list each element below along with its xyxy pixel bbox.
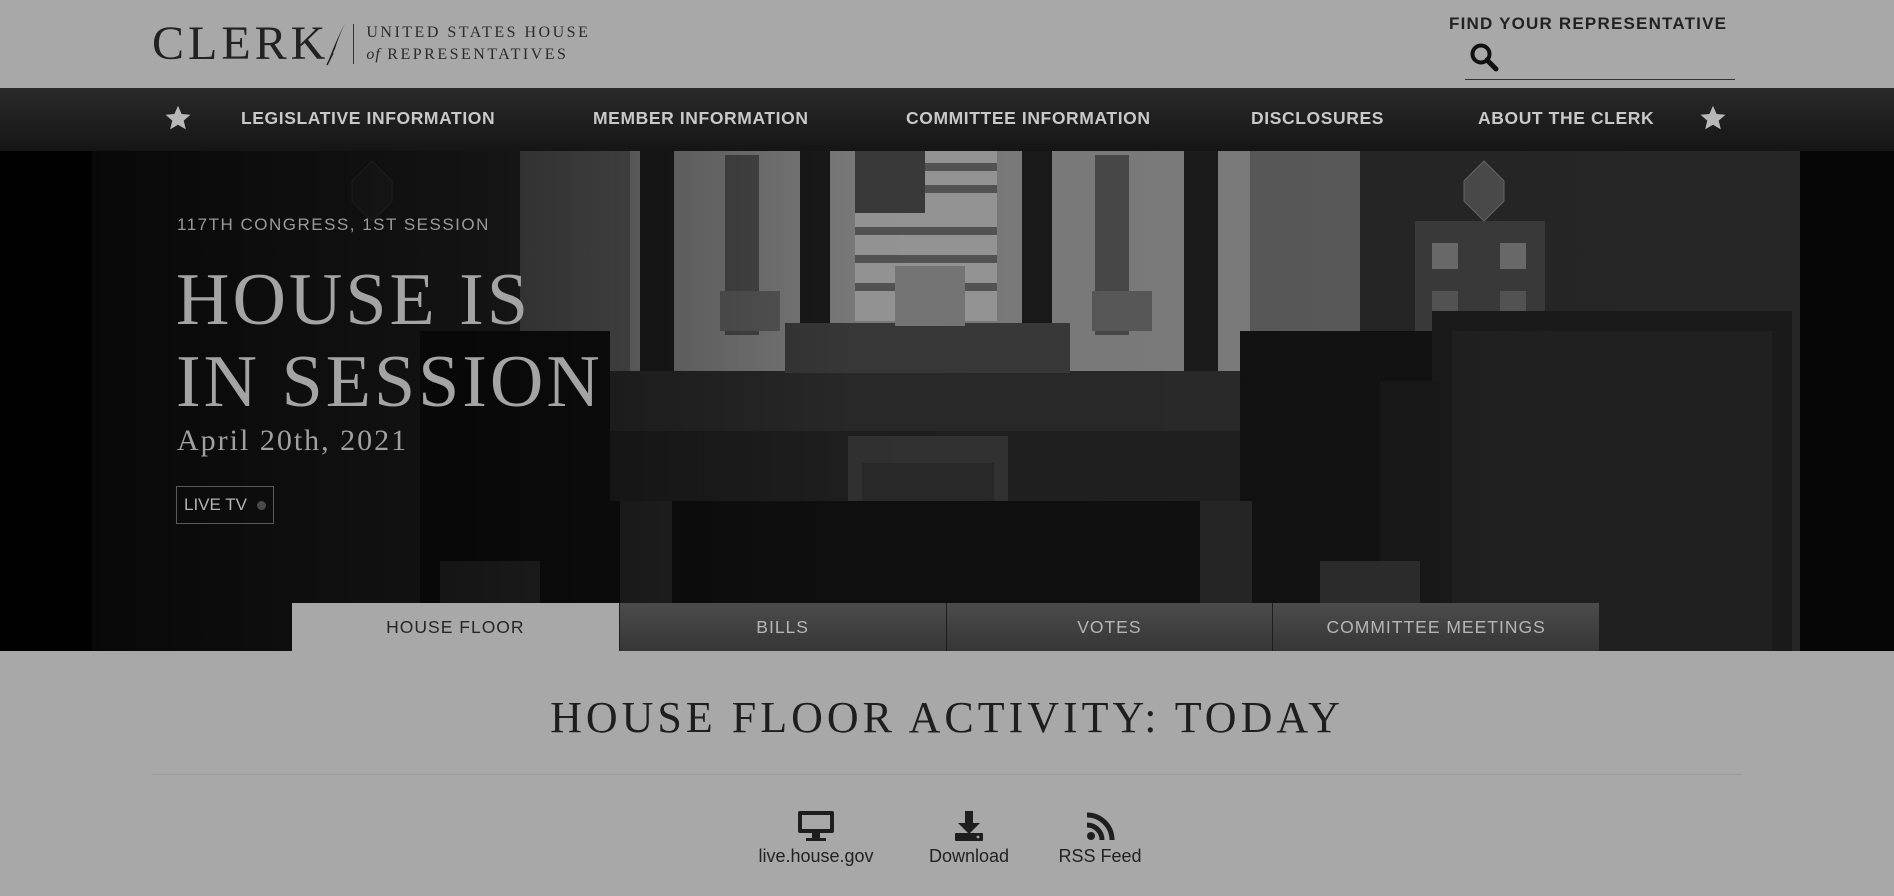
logo-wordmark: CLERK (152, 17, 330, 70)
activity-tabs: HOUSE FLOOR BILLS VOTES COMMITTEE MEETIN… (292, 603, 1599, 651)
rss-feed-label: RSS Feed (1058, 846, 1142, 866)
session-label: 117TH CONGRESS, 1ST SESSION (177, 215, 490, 234)
session-date: April 20th, 2021 (177, 424, 409, 457)
nav-legislative-information[interactable]: LEGISLATIVE INFORMATION (241, 108, 495, 129)
logo-subtitle: UNITED STATES HOUSE of REPRESENTATIVES (366, 22, 590, 66)
logo-line-1: UNITED STATES HOUSE (366, 24, 591, 41)
session-title-line-1: HOUSE IS (176, 259, 531, 341)
tab-committee-meetings[interactable]: COMMITTEE MEETINGS (1272, 603, 1599, 651)
rss-icon (1086, 812, 1115, 841)
find-representative-label: FIND YOUR REPRESENTATIVE (1449, 14, 1728, 33)
rss-feed-link[interactable]: RSS Feed (1055, 810, 1145, 867)
download-icon (955, 811, 983, 841)
site-header: CLERK UNITED STATES HOUSE of REPRESENTAT… (0, 0, 1894, 88)
logo-line-2-text: REPRESENTATIVES (387, 46, 569, 63)
tab-bills[interactable]: BILLS (618, 603, 946, 651)
nav-committee-information[interactable]: COMMITTEE INFORMATION (906, 108, 1151, 129)
logo-line-2: of REPRESENTATIVES (366, 44, 590, 66)
main-nav: LEGISLATIVE INFORMATION MEMBER INFORMATI… (0, 88, 1894, 151)
download-link[interactable]: Download (920, 810, 1018, 867)
live-tv-button[interactable]: LIVE TV (176, 486, 274, 524)
logo-of: of (366, 46, 381, 63)
nav-about-the-clerk[interactable]: ABOUT THE CLERK (1478, 108, 1654, 129)
clerk-logo[interactable]: CLERK UNITED STATES HOUSE of REPRESENTAT… (152, 14, 590, 74)
representative-search[interactable] (1465, 38, 1735, 80)
monitor-icon (798, 811, 834, 841)
download-label: Download (928, 846, 1010, 866)
nav-member-information[interactable]: MEMBER INFORMATION (593, 108, 809, 129)
star-icon (165, 105, 191, 130)
session-title-line-2: IN SESSION (176, 341, 603, 423)
live-house-gov-link[interactable]: live.house.gov (752, 810, 880, 867)
search-icon[interactable] (1469, 42, 1499, 72)
divider (152, 774, 1742, 775)
star-icon (1700, 105, 1726, 130)
search-input[interactable] (1505, 44, 1730, 74)
tab-votes[interactable]: VOTES (945, 603, 1273, 651)
page-title: HOUSE FLOOR ACTIVITY: TODAY (550, 693, 1344, 742)
hero-banner: 117TH CONGRESS, 1ST SESSION HOUSE IS IN … (0, 151, 1894, 651)
live-indicator-icon (257, 501, 266, 510)
logo-divider (353, 24, 355, 64)
nav-disclosures[interactable]: DISCLOSURES (1251, 108, 1384, 129)
live-house-gov-label: live.house.gov (758, 846, 874, 866)
session-status-title: HOUSE IS IN SESSION (176, 259, 603, 423)
tab-house-floor[interactable]: HOUSE FLOOR (292, 603, 619, 651)
live-tv-label: LIVE TV (184, 495, 247, 514)
